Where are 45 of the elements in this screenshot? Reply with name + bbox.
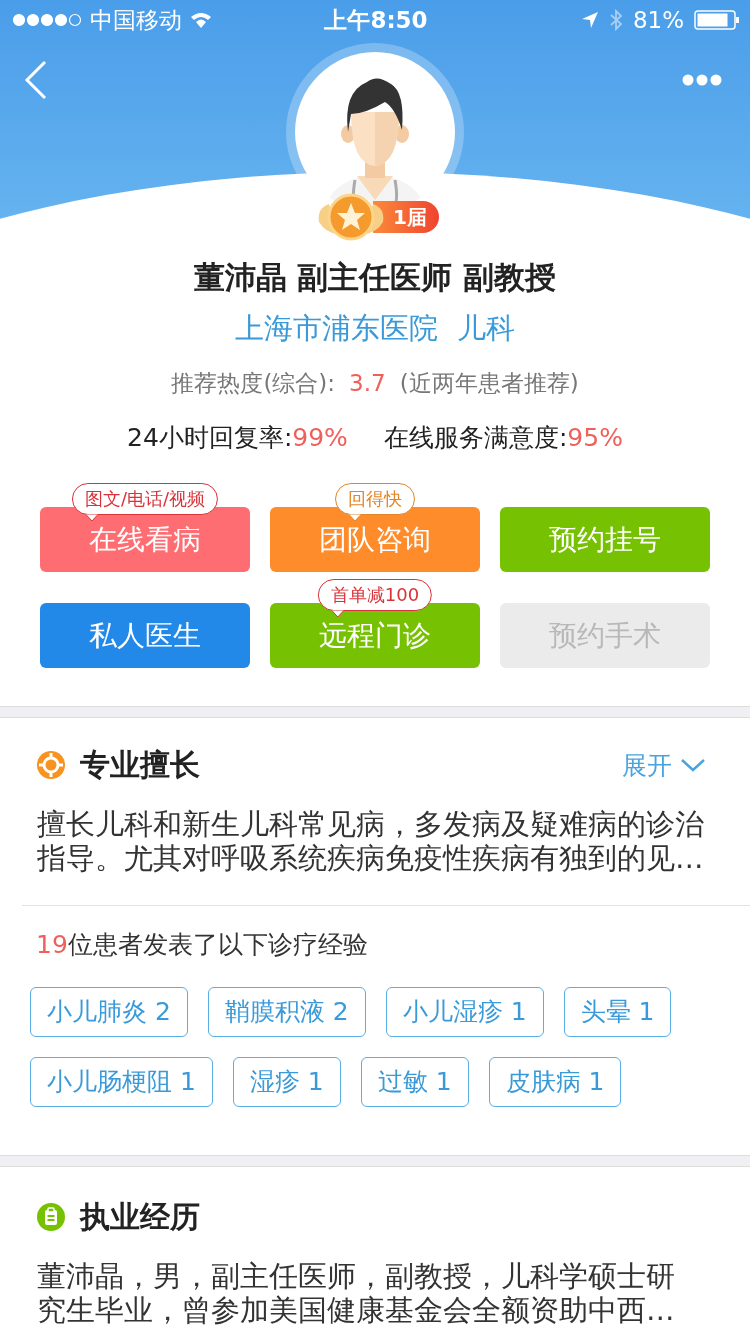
- battery-icon: [694, 10, 740, 30]
- hospital-department: 上海市浦东医院 儿科: [235, 310, 515, 347]
- condition-tag[interactable]: 头晕 1: [563, 987, 672, 1037]
- status-time: 上午8:50: [324, 5, 428, 35]
- rating-score: 3.7: [349, 369, 386, 398]
- tag-pointer-icon: [85, 514, 98, 522]
- wifi-icon: [190, 12, 212, 28]
- service-tag: 回得快: [335, 483, 415, 515]
- carrier-name: 中国移动: [90, 5, 182, 35]
- service-button[interactable]: 私人医生: [40, 603, 250, 668]
- condition-tag[interactable]: 小儿湿疹 1: [385, 987, 544, 1037]
- rating-note: (近两年患者推荐): [399, 369, 579, 398]
- bluetooth-icon: [608, 9, 623, 31]
- stat-text: 24小时回复率:99%: [127, 422, 348, 454]
- service-tag: 首单减100: [317, 579, 433, 611]
- section-title: 执业经历: [80, 1197, 201, 1236]
- clipboard-icon: [36, 1202, 66, 1232]
- chevron-down-icon: [680, 757, 706, 773]
- rating-label: 推荐热度(综合):: [171, 369, 336, 398]
- service-button[interactable]: 团队咨询: [270, 507, 480, 572]
- target-icon: [36, 750, 66, 780]
- experience-summary: 19位患者发表了以下诊疗经验: [36, 929, 369, 961]
- location-arrow-icon: [580, 11, 599, 29]
- more-button[interactable]: [682, 74, 722, 86]
- expand-button[interactable]: 展开: [622, 748, 706, 782]
- tag-pointer-icon: [331, 610, 344, 618]
- condition-tag[interactable]: 皮肤病 1: [488, 1057, 622, 1107]
- battery-percentage: 81%: [632, 7, 684, 33]
- condition-tag[interactable]: 湿疹 1: [232, 1057, 341, 1107]
- expertise-text: 擅长儿科和新生儿科常见病，多发病及疑难病的诊治指导。尤其对呼吸系统疾病免疫性疾病有独到的见…: [37, 808, 705, 876]
- condition-tag[interactable]: 小儿肠梗阻 1: [30, 1057, 213, 1107]
- service-button[interactable]: 在线看病: [40, 507, 250, 572]
- tag-pointer-icon: [349, 514, 361, 522]
- service-button[interactable]: 预约挂号: [500, 507, 710, 572]
- back-button[interactable]: [24, 60, 48, 100]
- practice-text: 董沛晶，男，副主任医师，副教授，儿科学硕士研究生毕业，曾参加美国健康基金会全额资助中西…: [37, 1260, 676, 1328]
- service-button[interactable]: 远程门诊: [270, 603, 480, 668]
- condition-tag[interactable]: 鞘膜积液 2: [207, 987, 366, 1037]
- doctor-name: 董沛晶 副主任医师 副教授: [193, 258, 557, 297]
- section-title: 专业擅长: [80, 745, 201, 784]
- condition-tag[interactable]: 过敏 1: [360, 1057, 469, 1107]
- service-tag: 图文/电话/视频: [71, 483, 219, 515]
- stat-text: 在线服务满意度:95%: [383, 422, 623, 454]
- signal-icon: [12, 13, 82, 27]
- condition-tag[interactable]: 小儿肺炎 2: [30, 987, 188, 1037]
